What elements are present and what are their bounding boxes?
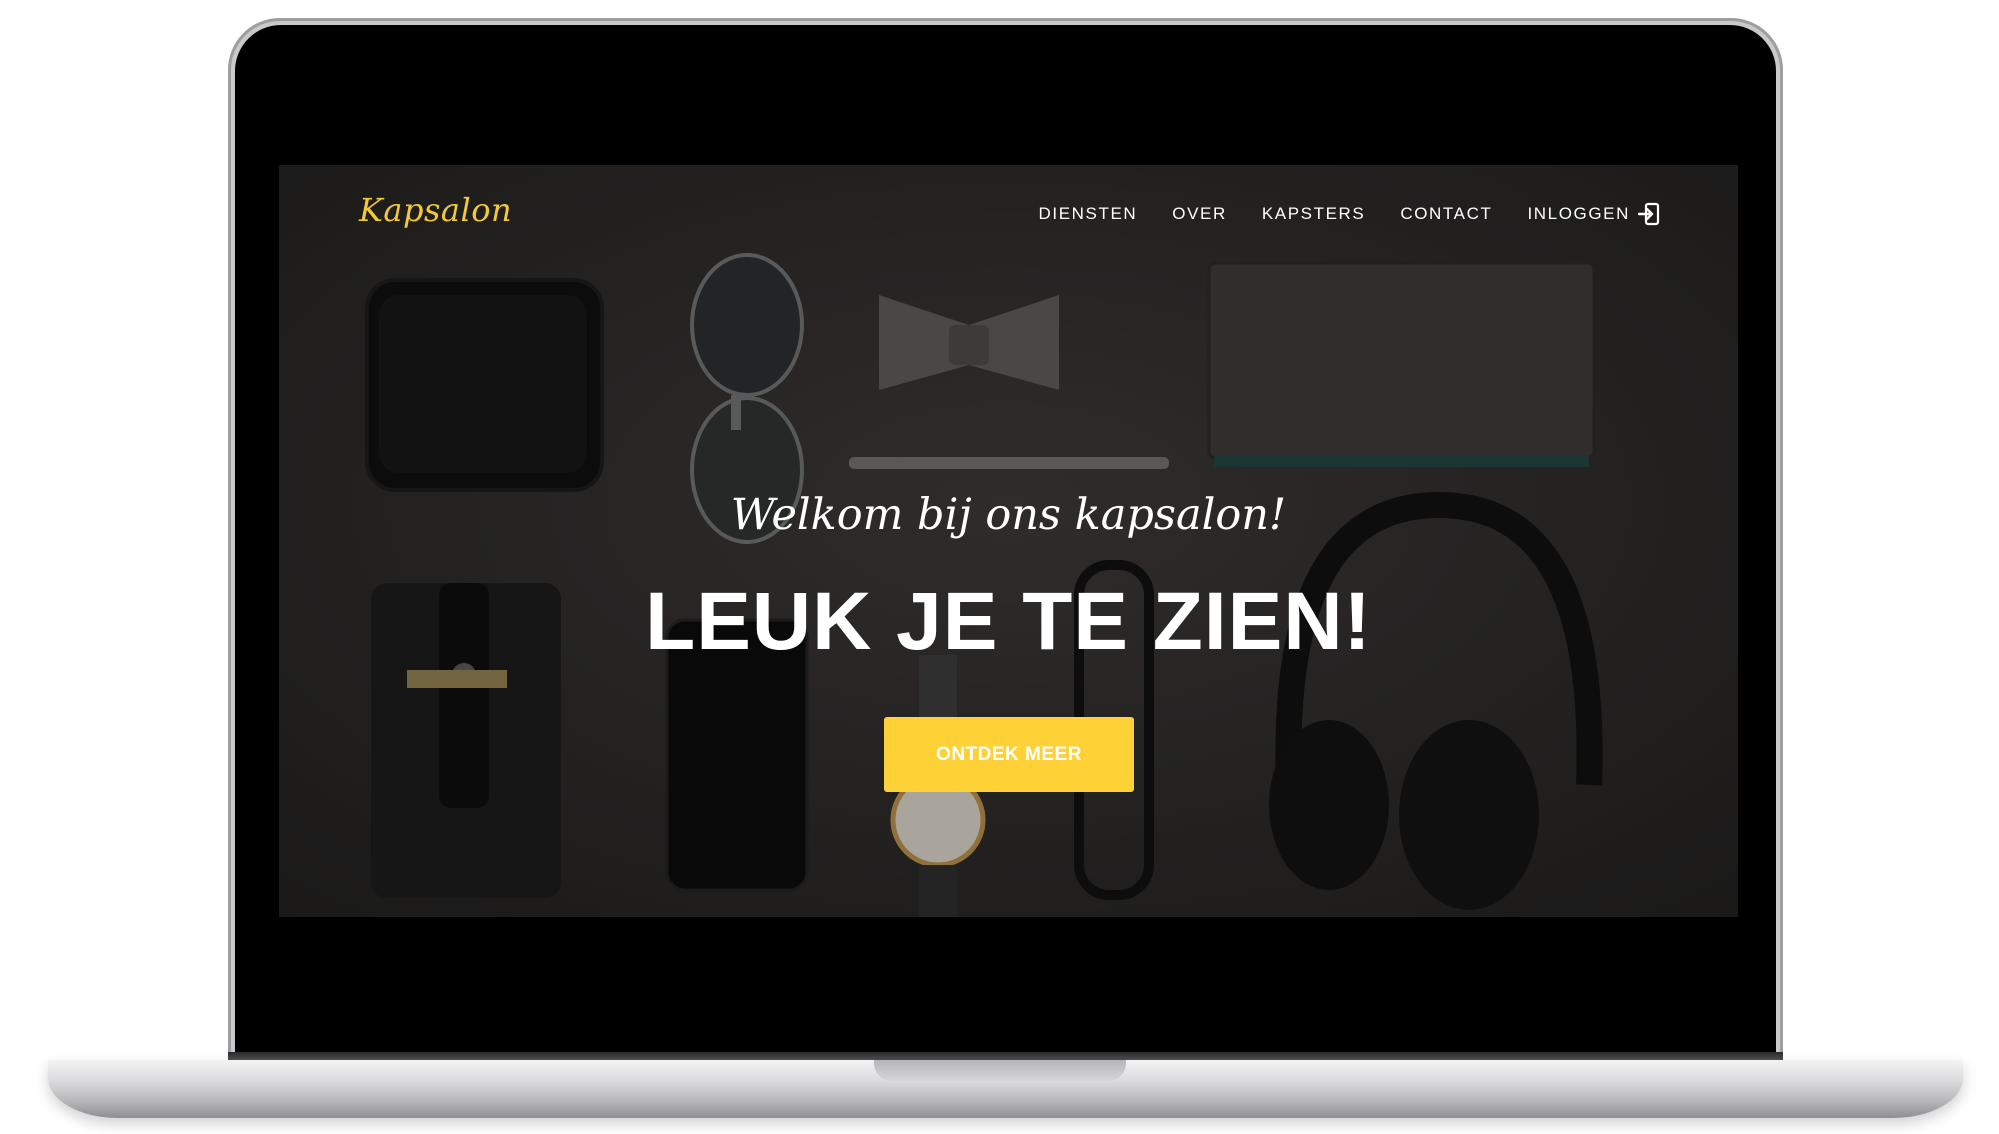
sign-in-icon — [1638, 202, 1660, 226]
hero-tagline: Welkom bij ons kapsalon! — [730, 490, 1287, 540]
laptop-screen: Kapsalon DIENSTEN OVER KAPSTERS CONTACT … — [279, 165, 1738, 917]
nav-item-inloggen-label: INLOGGEN — [1527, 204, 1630, 223]
laptop-opening-notch — [874, 1060, 1126, 1081]
ontdek-meer-button[interactable]: ONTDEK MEER — [884, 717, 1134, 792]
nav-item-contact[interactable]: CONTACT — [1400, 204, 1492, 224]
nav-menu: DIENSTEN OVER KAPSTERS CONTACT INLOGGEN — [1039, 202, 1661, 226]
nav-item-diensten[interactable]: DIENSTEN — [1039, 204, 1138, 224]
brand-logo[interactable]: Kapsalon — [359, 191, 512, 229]
hero-headline: LEUK JE TE ZIEN! — [645, 576, 1372, 667]
nav-item-inloggen[interactable]: INLOGGEN — [1527, 202, 1660, 226]
nav-item-over[interactable]: OVER — [1172, 204, 1227, 224]
nav-item-kapsters[interactable]: KAPSTERS — [1262, 204, 1366, 224]
hero-overlay — [279, 165, 1738, 917]
top-navigation: Kapsalon DIENSTEN OVER KAPSTERS CONTACT … — [279, 165, 1738, 265]
